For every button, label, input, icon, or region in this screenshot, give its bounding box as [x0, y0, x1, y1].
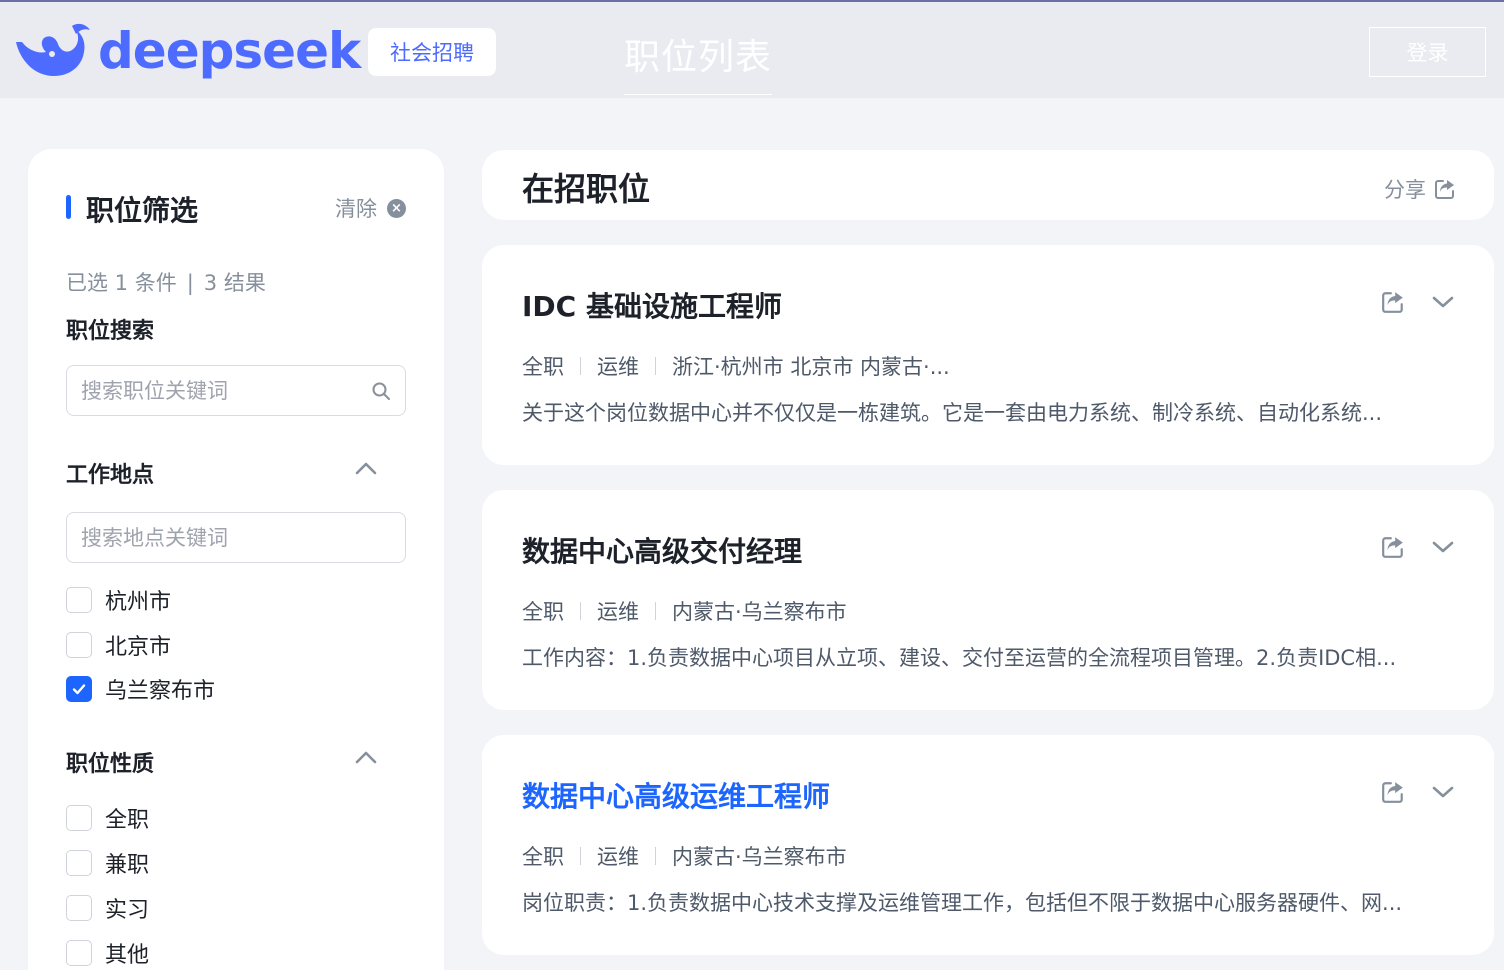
job-search-input[interactable]	[67, 366, 405, 415]
location-collapse-chevron-up-icon[interactable]	[354, 460, 378, 476]
option-label: 北京市	[105, 635, 172, 660]
job-share-icon[interactable]	[1380, 779, 1406, 805]
brand-name: deepseek	[98, 22, 361, 80]
meta-divider	[580, 602, 581, 620]
checkbox[interactable]	[66, 632, 92, 658]
checkbox[interactable]	[66, 940, 92, 966]
job-type: 全职	[522, 845, 564, 869]
option-label: 全职	[105, 808, 150, 833]
nature-option-parttime[interactable]: 兼职	[66, 849, 150, 878]
filter-title: 职位筛选	[86, 194, 199, 227]
meta-divider	[580, 847, 581, 865]
share-button[interactable]: 分享	[1384, 174, 1456, 204]
job-share-icon[interactable]	[1380, 289, 1406, 315]
expand-chevron-down-icon[interactable]	[1430, 534, 1456, 560]
open-positions-title: 在招职位	[522, 170, 651, 208]
whale-icon	[16, 23, 90, 76]
job-location: 内蒙古·乌兰察布市	[672, 600, 847, 624]
location-search-box	[66, 512, 406, 563]
meta-divider	[655, 357, 656, 375]
job-category: 运维	[597, 845, 639, 869]
job-category: 运维	[597, 600, 639, 624]
check-icon	[72, 684, 86, 695]
checkbox-checked[interactable]	[66, 676, 92, 702]
job-card-active[interactable]: 数据中心高级运维工程师 全职 运维 内蒙古·乌兰察布市 岗位职责：1.负责数据中…	[482, 735, 1494, 955]
clear-filters-button[interactable]: 清除 ×	[335, 193, 406, 223]
job-meta: 全职 运维 内蒙古·乌兰察布市	[522, 841, 847, 871]
nature-collapse-chevron-up-icon[interactable]	[354, 749, 378, 765]
filter-header: 职位筛选 清除 ×	[66, 189, 406, 227]
location-option-ulanqab[interactable]: 乌兰察布市	[66, 675, 216, 704]
title-accent-bar	[66, 195, 71, 219]
checkbox[interactable]	[66, 587, 92, 613]
job-actions	[1380, 779, 1456, 805]
option-label: 实习	[105, 898, 150, 923]
job-card[interactable]: IDC 基础设施工程师 全职 运维 浙江·杭州市 北京市 内蒙古·... 关于这…	[482, 245, 1494, 465]
job-title[interactable]: 数据中心高级交付经理	[522, 530, 802, 570]
nav-job-list-tab[interactable]: 职位列表	[624, 28, 773, 95]
job-meta: 全职 运维 浙江·杭州市 北京市 内蒙古·...	[522, 351, 950, 381]
nature-option-other[interactable]: 其他	[66, 939, 150, 968]
nature-option-intern[interactable]: 实习	[66, 894, 150, 923]
open-positions-header: 在招职位 分享	[482, 150, 1494, 220]
clear-label: 清除	[335, 197, 377, 221]
expand-chevron-down-icon[interactable]	[1430, 289, 1456, 315]
job-description: 岗位职责：1.负责数据中心技术支撑及运维管理工作，包括但不限于数据中心服务器硬件…	[522, 891, 1403, 915]
deepseek-logo[interactable]: deepseek	[10, 20, 361, 82]
job-description: 工作内容：1.负责数据中心项目从立项、建设、交付至运营的全流程项目管理。2.负责…	[522, 646, 1397, 670]
location-option-hangzhou[interactable]: 杭州市	[66, 586, 172, 615]
option-label: 乌兰察布市	[105, 679, 216, 704]
filter-sidebar: 职位筛选 清除 × 已选 1 条件 | 3 结果 职位搜索 工作地点 杭州市 北京市	[28, 149, 444, 970]
filter-summary: 已选 1 条件 | 3 结果	[66, 267, 266, 297]
meta-divider	[655, 602, 656, 620]
job-actions	[1380, 289, 1456, 315]
job-meta: 全职 运维 内蒙古·乌兰察布市	[522, 596, 847, 626]
meta-divider	[655, 847, 656, 865]
checkbox[interactable]	[66, 850, 92, 876]
login-button[interactable]: 登录	[1369, 27, 1486, 77]
checkbox[interactable]	[66, 895, 92, 921]
job-location: 浙江·杭州市 北京市 内蒙古·...	[672, 355, 950, 379]
location-search-input[interactable]	[67, 513, 405, 562]
job-type: 全职	[522, 355, 564, 379]
job-nature-label: 职位性质	[66, 752, 155, 777]
result-count: 3 结果	[203, 271, 266, 295]
option-label: 其他	[105, 943, 150, 968]
job-title[interactable]: 数据中心高级运维工程师	[522, 775, 830, 815]
job-search-label: 职位搜索	[66, 319, 155, 344]
job-share-icon[interactable]	[1380, 534, 1406, 560]
share-icon	[1435, 180, 1454, 199]
checkbox[interactable]	[66, 805, 92, 831]
option-label: 兼职	[105, 853, 150, 878]
job-search-box	[66, 365, 406, 416]
clear-icon: ×	[387, 198, 406, 218]
meta-divider	[580, 357, 581, 375]
expand-chevron-down-icon[interactable]	[1430, 779, 1456, 805]
job-location: 内蒙古·乌兰察布市	[672, 845, 847, 869]
share-label: 分享	[1384, 178, 1426, 202]
job-card[interactable]: 数据中心高级交付经理 全职 运维 内蒙古·乌兰察布市 工作内容：1.负责数据中心…	[482, 490, 1494, 710]
job-type: 全职	[522, 600, 564, 624]
job-category: 运维	[597, 355, 639, 379]
location-label: 工作地点	[66, 463, 155, 488]
location-option-beijing[interactable]: 北京市	[66, 631, 172, 660]
nature-option-fulltime[interactable]: 全职	[66, 804, 150, 833]
summary-separator: |	[186, 271, 194, 295]
job-description: 关于这个岗位数据中心并不仅仅是一栋建筑。它是一套由电力系统、制冷系统、自动化系统…	[522, 401, 1383, 425]
job-actions	[1380, 534, 1456, 560]
search-icon[interactable]	[371, 381, 391, 401]
selected-count: 已选 1 条件	[66, 271, 177, 295]
social-recruit-button[interactable]: 社会招聘	[368, 28, 496, 76]
option-label: 杭州市	[105, 590, 172, 615]
top-bar: deepseek 社会招聘 职位列表 登录	[0, 0, 1504, 98]
job-title[interactable]: IDC 基础设施工程师	[522, 285, 782, 325]
